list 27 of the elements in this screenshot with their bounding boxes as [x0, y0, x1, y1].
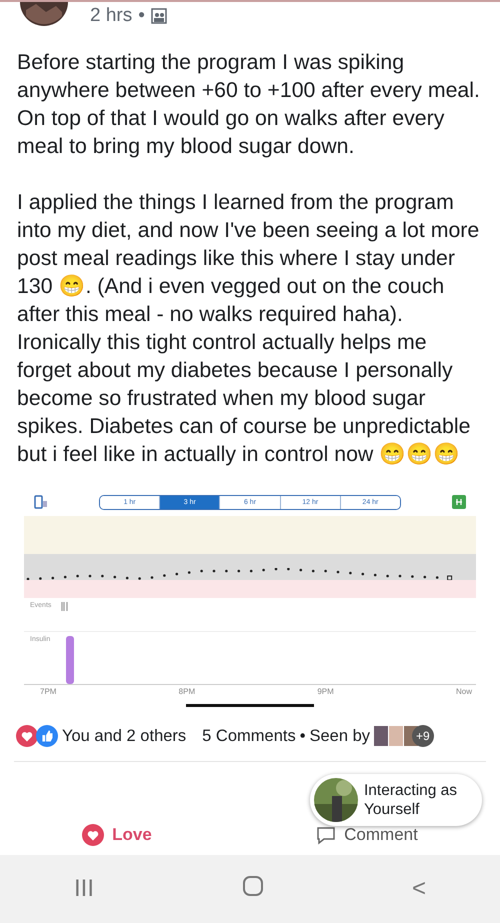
sensor-icon — [452, 495, 466, 509]
home-icon — [242, 874, 264, 896]
time-label: 9PM — [317, 687, 334, 696]
like-icon — [36, 725, 58, 747]
separator-dot: • — [138, 5, 145, 27]
post-time: 2 hrs — [90, 5, 132, 27]
time-label: 8PM — [178, 687, 196, 696]
tooltip-text: Interacting as Yourself — [364, 781, 458, 819]
phone-icon — [34, 495, 48, 509]
love-button[interactable]: Love — [82, 822, 152, 848]
recent-apps-button[interactable]: III — [64, 871, 104, 907]
comment-button[interactable]: Comment — [316, 822, 418, 848]
separator-dot: • — [300, 726, 306, 746]
post-text: Before starting the program I was spiking anywhere between +60 to +100 after every meal. On top of that I would go on walks after every meal to bring my blood sugar down. — [17, 49, 481, 160]
love-icon — [82, 824, 104, 846]
comment-count[interactable]: 5 Comments — [202, 726, 296, 746]
comment-icon — [316, 825, 336, 845]
more-viewers-badge: +9 — [412, 725, 434, 747]
post-text: I applied the things I learned from the program into my diet, and now I've been seeing a lot more post meal readings like this where I stay under 130 😁. (And i even vegged out on the couch after this meal - no walks required haha). Ironically this tight control actually helps me forget about my diabetes because I personally become so frustrated when my blood sugar spikes. Diabetes can of course be unpredictable but i feel like in actually in control now 😁😁😁 — [17, 189, 480, 468]
love-icon — [16, 725, 38, 747]
time-label: 7PM — [40, 687, 56, 696]
time-label: Now — [456, 687, 472, 696]
audience-icon — [150, 8, 167, 24]
seen-by-label[interactable]: Seen by — [309, 726, 370, 746]
back-button[interactable]: < — [402, 871, 436, 907]
insulin-bar-icon — [66, 636, 74, 684]
reaction-summary[interactable]: You and 2 others — [62, 726, 186, 746]
